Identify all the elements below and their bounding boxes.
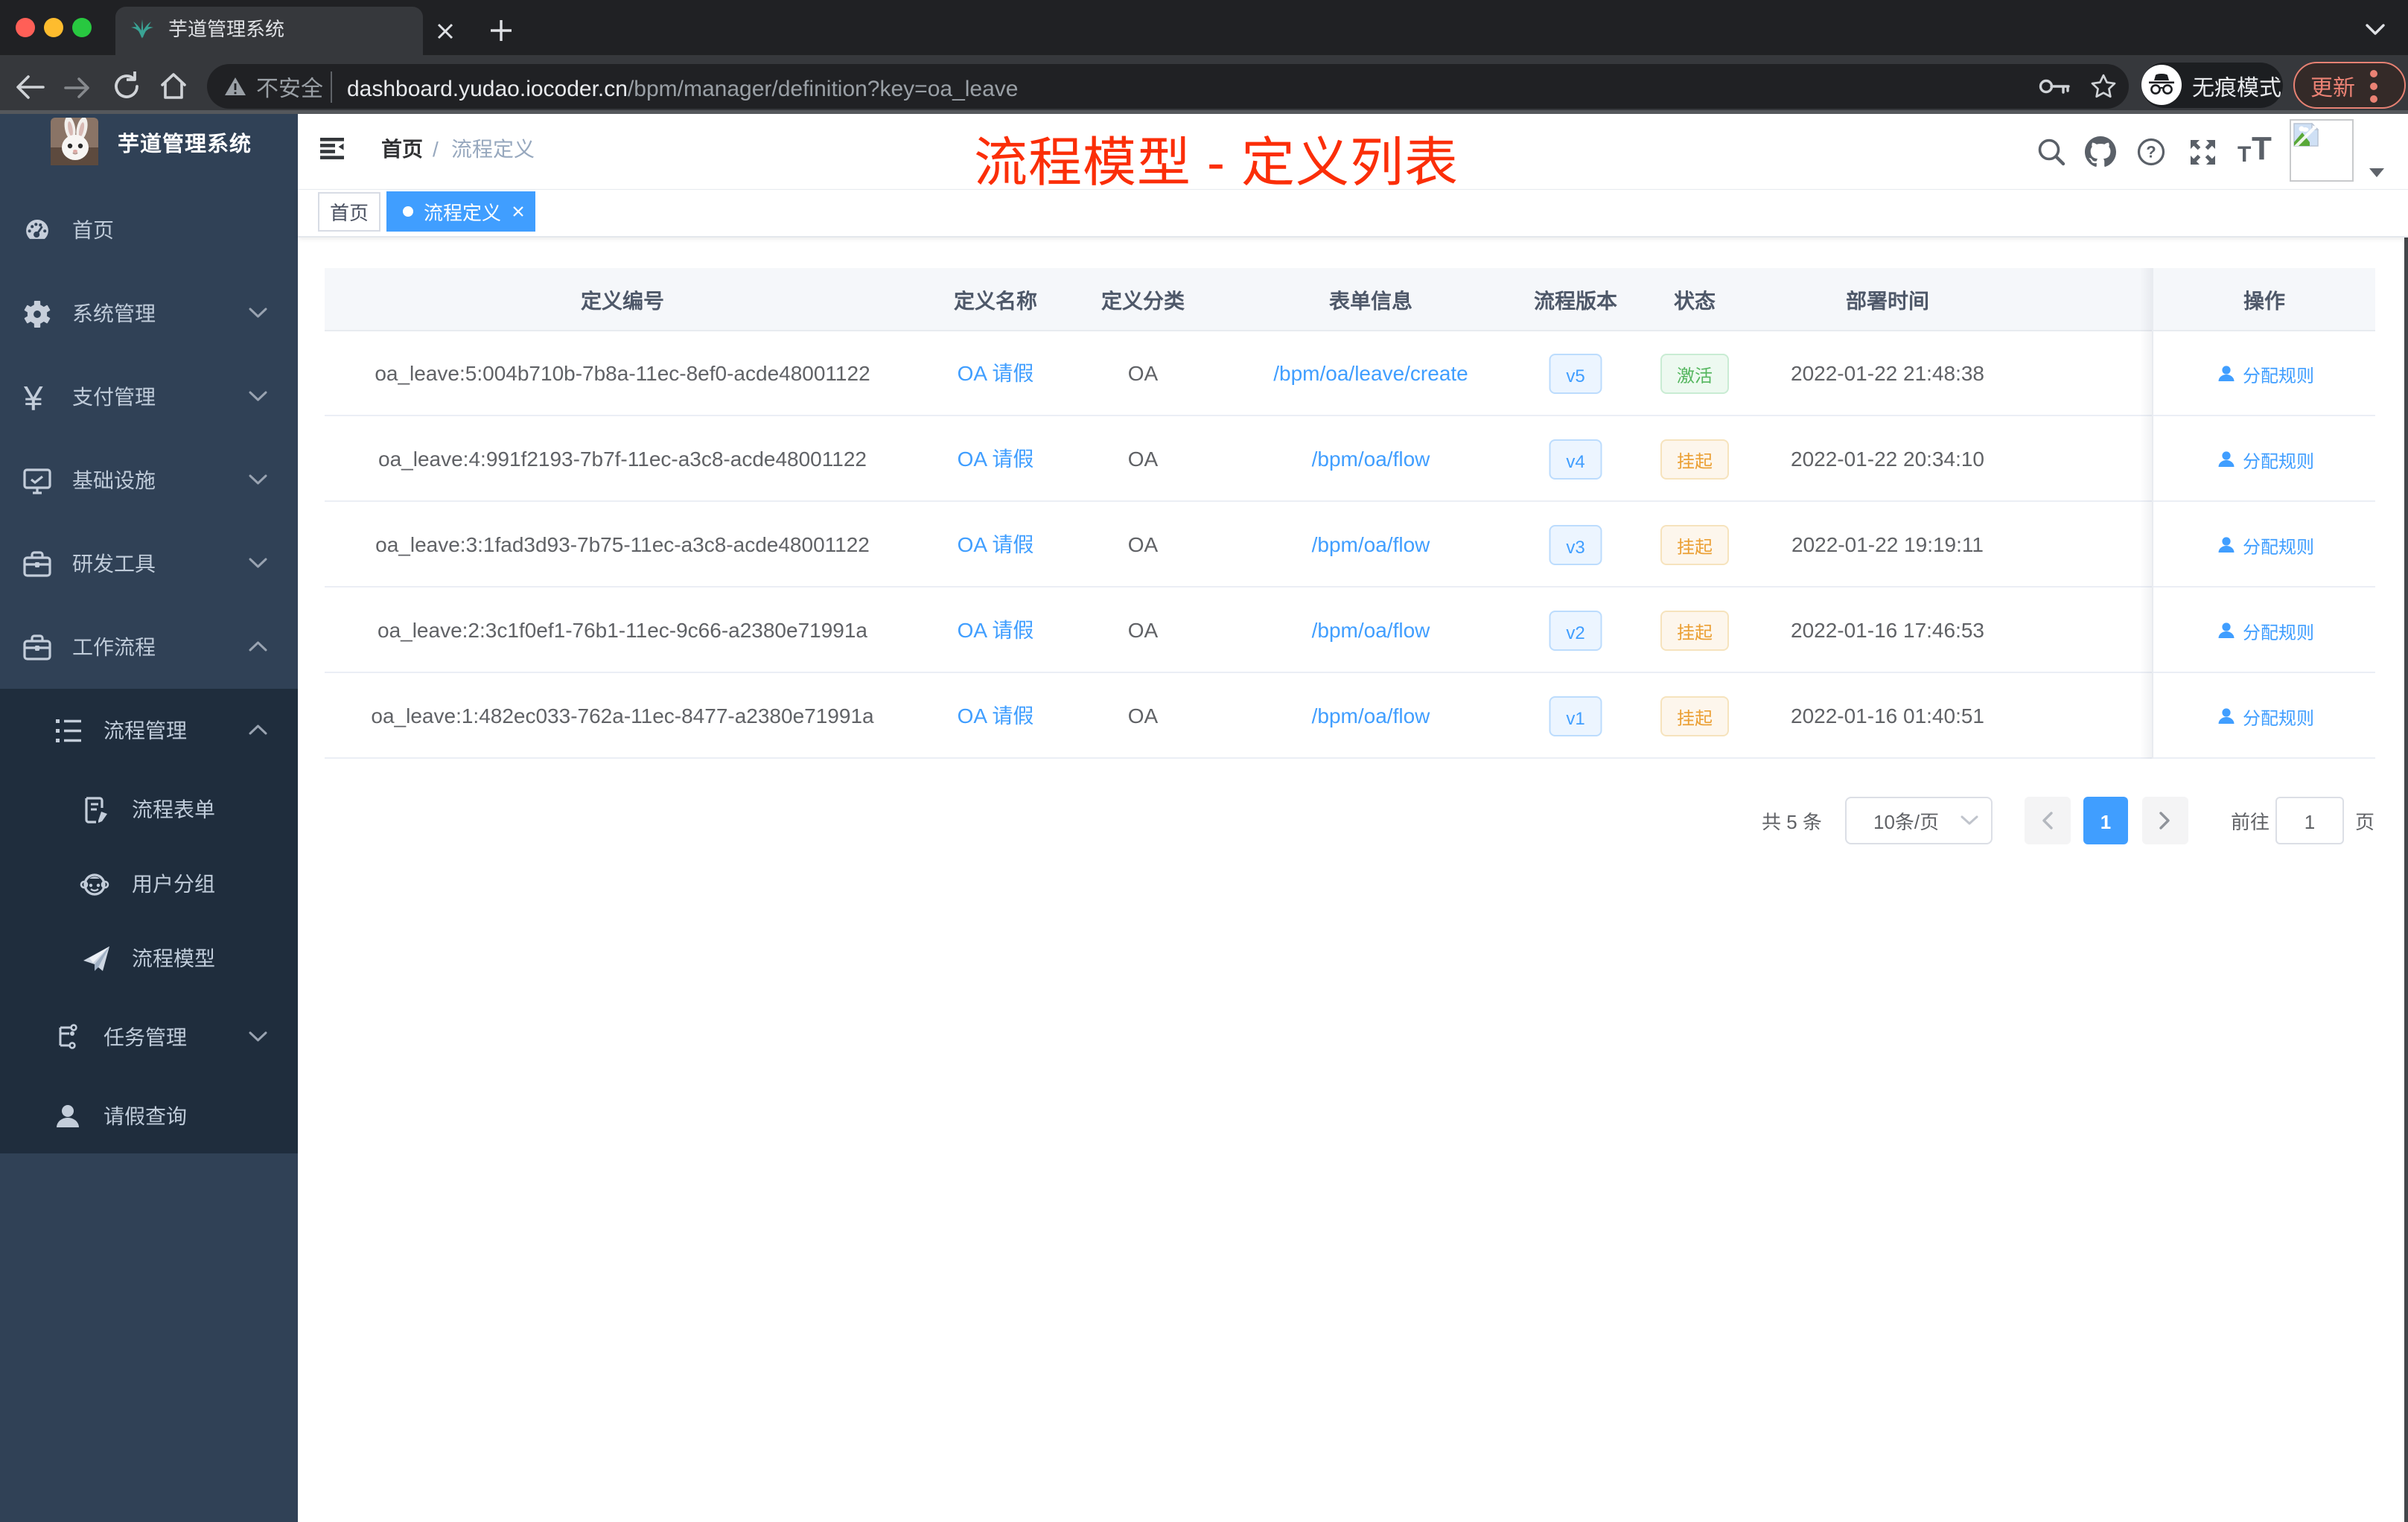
svg-text:?: ?	[2146, 143, 2156, 162]
